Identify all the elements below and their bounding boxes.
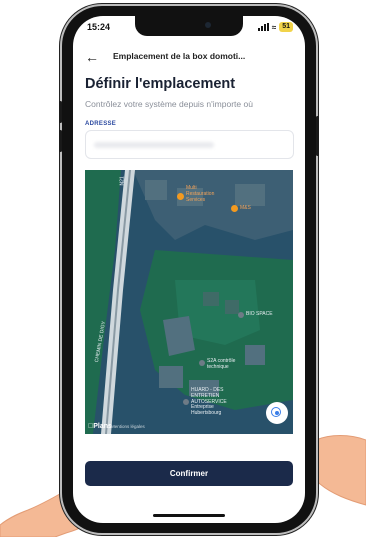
- page-title: Définir l'emplacement: [85, 76, 236, 92]
- app-screen: 15:24 ≈ 51 ← Emplacement de la box domot…: [73, 16, 305, 523]
- poi-huard-icon[interactable]: [183, 399, 189, 405]
- road-label-top: N21: [119, 176, 126, 186]
- volume-down-button: [59, 130, 62, 152]
- address-blurred-value: [94, 142, 214, 148]
- wifi-icon: ≈: [271, 22, 277, 32]
- map-view[interactable]: N21 CHEMIN DE DIGY Multi Restauration Se…: [85, 170, 293, 434]
- top-nav: ← Emplacement de la box domoti...: [73, 46, 305, 68]
- poi-label-1: Multi Restauration Services: [186, 185, 215, 203]
- maps-attribution: Plans: [88, 423, 112, 430]
- nav-title: Emplacement de la box domoti...: [113, 51, 246, 61]
- back-arrow-icon[interactable]: ←: [85, 49, 99, 65]
- poi-label-2: M&S: [240, 205, 251, 211]
- confirm-button[interactable]: Confirmer: [85, 461, 293, 486]
- phone-frame: 15:24 ≈ 51 ← Emplacement de la box domot…: [59, 6, 319, 533]
- address-label: ADRESSE: [85, 121, 117, 127]
- battery-icon: 51: [279, 22, 293, 32]
- poi-controle-icon[interactable]: [199, 360, 205, 366]
- poi-restaurant-icon[interactable]: [177, 193, 184, 200]
- signal-icon: [257, 23, 269, 31]
- address-input[interactable]: [85, 130, 294, 159]
- poi-label-4: S2A contrôle technique: [207, 358, 236, 370]
- location-center-dot: [275, 411, 279, 415]
- home-indicator: [153, 514, 225, 517]
- power-button: [316, 116, 319, 156]
- locate-me-button[interactable]: [266, 402, 288, 424]
- poi-label-5: HUARD - DES ENTRETIEN AUTOSERVICE Entrep…: [191, 387, 227, 416]
- page-subtitle: Contrôlez votre système depuis n'importe…: [85, 99, 253, 109]
- map-canvas: [85, 170, 293, 434]
- legal-link[interactable]: Mentions légales: [111, 424, 145, 429]
- volume-up-button: [59, 101, 62, 123]
- poi-biospace-icon[interactable]: [238, 312, 244, 318]
- status-bar: 15:24 ≈ 51: [87, 22, 293, 36]
- status-icons: ≈ 51: [257, 22, 293, 32]
- poi-label-3: BIO SPACE: [246, 311, 273, 317]
- poi-shop-icon[interactable]: [231, 205, 238, 212]
- status-time: 15:24: [87, 22, 111, 32]
